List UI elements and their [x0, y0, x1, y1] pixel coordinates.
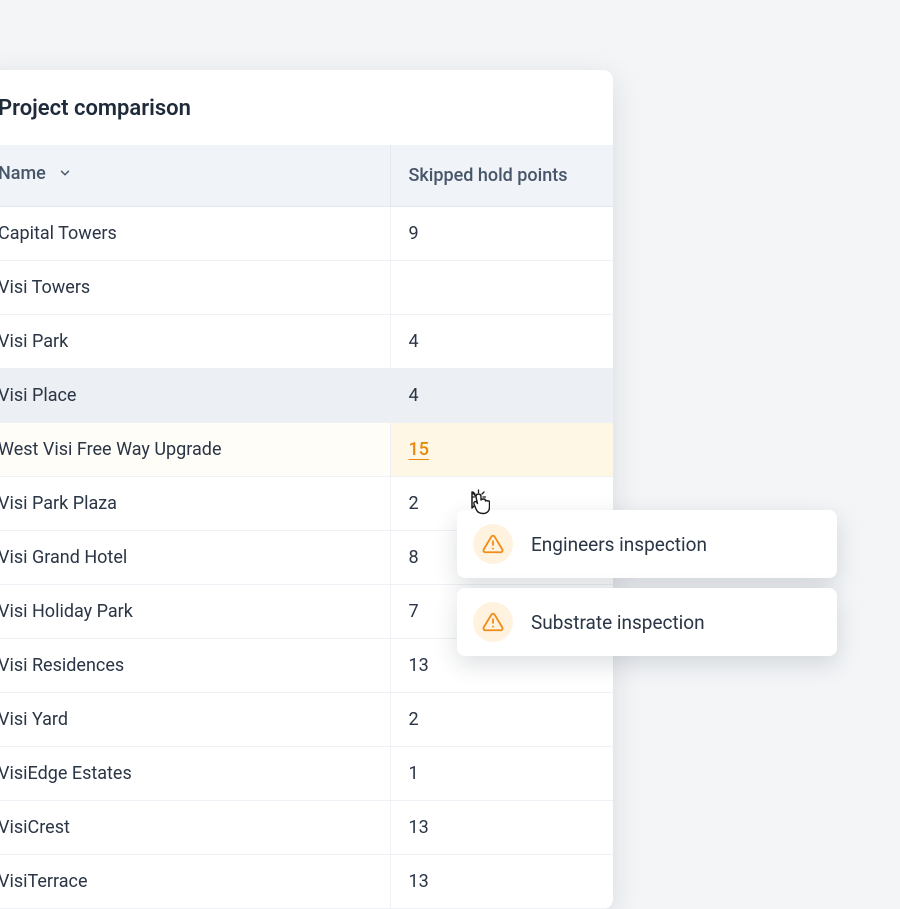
table-row[interactable]: Visi Place4 — [0, 369, 613, 423]
skipped-points-cell: 4 — [390, 315, 613, 369]
pointer-cursor-icon — [462, 486, 490, 520]
table-row[interactable]: VisiTerrace13 — [0, 855, 613, 909]
skipped-points-cell: 1 — [390, 747, 613, 801]
table-header-row: Name Skipped hold points — [0, 145, 613, 207]
project-name-cell: Visi Grand Hotel — [0, 531, 390, 585]
project-name-cell: Visi Yard — [0, 693, 390, 747]
project-name-cell: VisiTerrace — [0, 855, 390, 909]
chevron-down-icon — [58, 164, 72, 185]
warning-icon — [473, 524, 513, 564]
skipped-points-link[interactable]: 15 — [409, 439, 429, 460]
project-name-cell: Visi Residences — [0, 639, 390, 693]
skipped-points-cell: 2 — [390, 693, 613, 747]
project-name-cell: VisiEdge Estates — [0, 747, 390, 801]
inspection-popover[interactable]: Substrate inspection — [457, 588, 837, 656]
column-header-name-label: Name — [0, 163, 46, 184]
popover-label: Engineers inspection — [531, 533, 707, 556]
column-header-points[interactable]: Skipped hold points — [390, 145, 613, 207]
table-row[interactable]: Visi Park4 — [0, 315, 613, 369]
project-name-cell: Visi Place — [0, 369, 390, 423]
project-name-cell: Visi Towers — [0, 261, 390, 315]
project-comparison-card: Project comparison Name Skipped hold poi… — [0, 70, 613, 909]
popover-label: Substrate inspection — [531, 611, 705, 634]
table-row[interactable]: VisiCrest13 — [0, 801, 613, 855]
project-name-cell: Visi Holiday Park — [0, 585, 390, 639]
table-row[interactable]: Visi Towers — [0, 261, 613, 315]
skipped-points-cell: 15 — [390, 423, 613, 477]
inspection-popover[interactable]: Engineers inspection — [457, 510, 837, 578]
skipped-points-cell: 9 — [390, 207, 613, 261]
skipped-points-cell: 4 — [390, 369, 613, 423]
skipped-points-cell: 13 — [390, 801, 613, 855]
project-name-cell: Visi Park Plaza — [0, 477, 390, 531]
project-name-cell: VisiCrest — [0, 801, 390, 855]
table-row[interactable]: Visi Yard2 — [0, 693, 613, 747]
table-row[interactable]: Capital Towers9 — [0, 207, 613, 261]
skipped-points-cell — [390, 261, 613, 315]
table-row[interactable]: VisiEdge Estates1 — [0, 747, 613, 801]
column-header-points-label: Skipped hold points — [409, 165, 568, 186]
project-name-cell: Visi Park — [0, 315, 390, 369]
table-row[interactable]: West Visi Free Way Upgrade 15 — [0, 423, 613, 477]
skipped-points-cell: 13 — [390, 855, 613, 909]
card-title: Project comparison — [0, 70, 613, 145]
warning-icon — [473, 602, 513, 642]
project-name-cell: West Visi Free Way Upgrade — [0, 423, 390, 477]
project-name-cell: Capital Towers — [0, 207, 390, 261]
column-header-name[interactable]: Name — [0, 145, 390, 207]
